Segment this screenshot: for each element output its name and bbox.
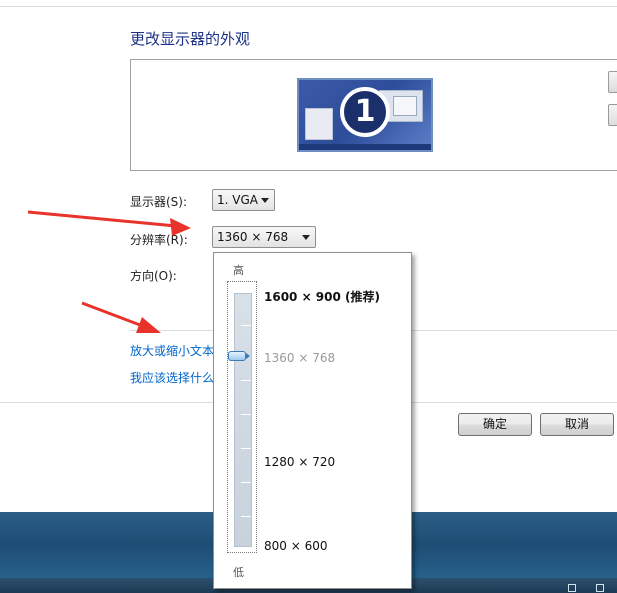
tray-icon[interactable]	[596, 584, 604, 592]
resolution-label: 分辨率(R):	[130, 233, 188, 247]
low-label: 低	[233, 566, 244, 579]
resolution-option[interactable]: 1600 × 900 (推荐)	[264, 288, 380, 305]
slider-tick	[241, 380, 251, 381]
resolution-select-value: 1360 × 768	[217, 230, 289, 244]
resolution-option[interactable]: 800 × 600	[264, 539, 328, 553]
text-size-link[interactable]: 放大或缩小文本	[130, 342, 214, 359]
display-select-value: 1. VGA	[217, 193, 258, 207]
orientation-label: 方向(O):	[130, 269, 177, 283]
monitor-icon[interactable]: 1	[297, 78, 433, 152]
slider-tick	[241, 414, 251, 415]
menu-divider	[0, 6, 617, 7]
chevron-down-icon	[261, 198, 269, 203]
slider-tick	[241, 482, 251, 483]
tray-icon[interactable]	[568, 584, 576, 592]
red-arrow-icon	[81, 301, 161, 333]
display-label: 显示器(S):	[130, 195, 188, 209]
resolution-option[interactable]: 1360 × 768	[264, 351, 335, 365]
identify-button[interactable]	[608, 104, 617, 126]
which-settings-link[interactable]: 我应该选择什么	[130, 369, 214, 386]
cancel-button[interactable]: 取消	[540, 413, 614, 436]
ok-button[interactable]: 确定	[458, 413, 532, 436]
monitor-number-badge: 1	[340, 87, 390, 137]
resolution-select[interactable]: 1360 × 768	[212, 226, 316, 248]
slider-tick	[241, 325, 251, 326]
chevron-down-icon	[302, 235, 310, 240]
page-title: 更改显示器的外观	[130, 30, 251, 48]
slider-tick	[241, 516, 251, 517]
resolution-slider-track[interactable]	[234, 293, 252, 547]
window-thumbnail	[393, 96, 417, 116]
monitor-taskbar	[299, 144, 431, 150]
slider-tick	[241, 448, 251, 449]
high-label: 高	[233, 264, 244, 277]
resolution-option[interactable]: 1280 × 720	[264, 455, 335, 469]
slider-thumb-icon[interactable]	[228, 351, 250, 361]
detect-button[interactable]	[608, 71, 617, 93]
display-select[interactable]: 1. VGA	[212, 189, 275, 211]
window-thumbnail	[305, 108, 333, 140]
